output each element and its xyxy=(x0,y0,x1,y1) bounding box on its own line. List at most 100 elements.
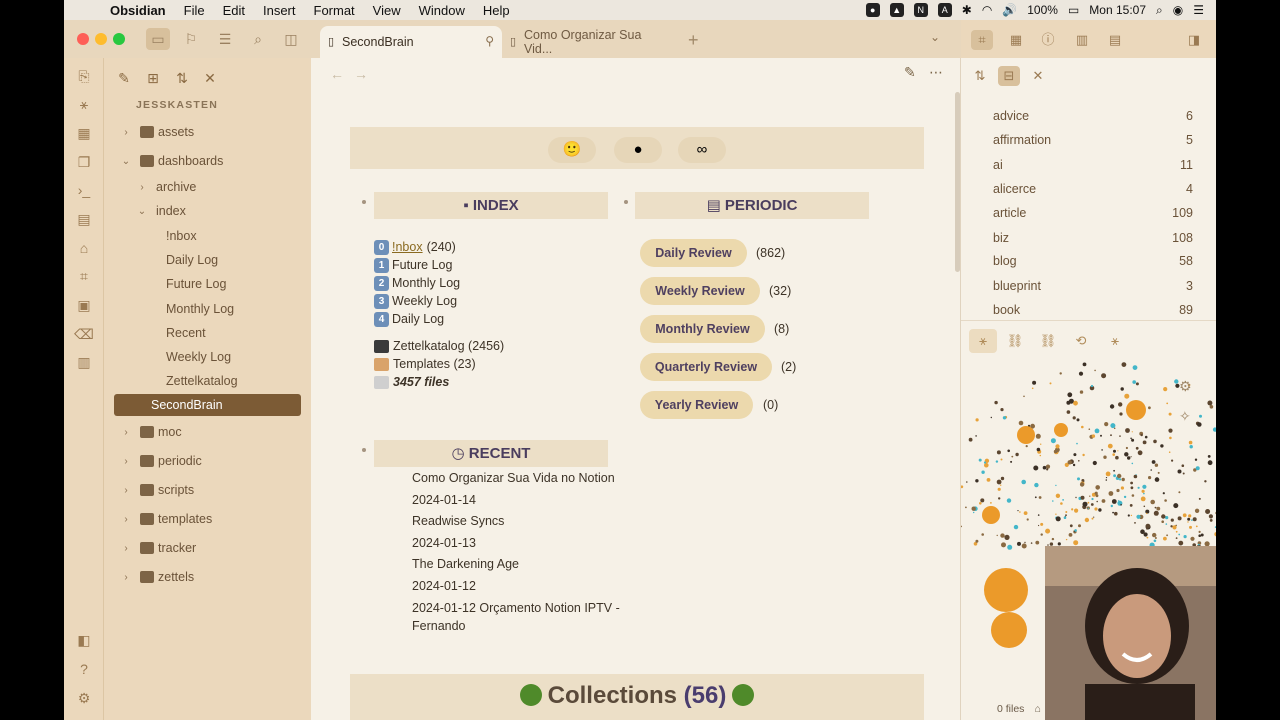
folder-assets[interactable]: › assets xyxy=(120,121,194,143)
battery-icon[interactable]: ▭ xyxy=(1068,3,1079,17)
new-note-icon[interactable]: ✎ xyxy=(114,68,134,88)
local-graph-icon[interactable]: ⚹ xyxy=(1101,329,1129,353)
table-icon[interactable]: ▦ xyxy=(1005,30,1027,50)
calendar-plus-icon[interactable]: ▥ xyxy=(1071,30,1093,50)
tag-row[interactable]: affirmation 5 xyxy=(993,130,1193,150)
canvas-icon[interactable]: ▦ xyxy=(74,123,94,143)
folder-index[interactable]: ⌄ index xyxy=(136,200,186,222)
wifi-icon[interactable]: ◠ xyxy=(982,3,992,17)
menu-help[interactable]: Help xyxy=(483,3,510,18)
folder-icon[interactable]: ▭ xyxy=(146,28,170,50)
forward-arrow-icon[interactable]: → xyxy=(354,66,368,82)
weekly-review-button[interactable]: Weekly Review xyxy=(640,277,760,305)
recent-item[interactable]: Readwise Syncs xyxy=(412,511,504,532)
sidebar-toggle-icon[interactable]: ◫ xyxy=(282,30,300,48)
quarterly-review-button[interactable]: Quarterly Review xyxy=(640,353,772,381)
folder-moc[interactable]: › moc xyxy=(120,421,181,443)
home-icon[interactable]: ⌂ xyxy=(74,238,94,258)
magic-wand-icon[interactable]: ✧ xyxy=(1179,408,1191,425)
file-future-log[interactable]: Future Log xyxy=(166,273,226,295)
tag-row[interactable]: article 109 xyxy=(993,203,1193,223)
folder-dashboards[interactable]: ⌄ dashboards xyxy=(120,150,224,172)
calendar-icon[interactable]: ▥ xyxy=(74,352,94,372)
new-tab-icon[interactable]: + xyxy=(688,30,699,51)
tab-list-chevron-icon[interactable]: ⌄ xyxy=(930,30,940,44)
window-maximize-button[interactable] xyxy=(113,33,125,45)
tag-row[interactable]: advice 6 xyxy=(993,106,1193,126)
folder-periodic[interactable]: › periodic xyxy=(120,450,201,472)
tab-secondbrain[interactable]: ▯ SecondBrain ⚲ xyxy=(320,26,502,58)
folder-scripts[interactable]: › scripts xyxy=(120,479,194,501)
recent-item-continued[interactable]: Fernando xyxy=(412,616,466,637)
inbox-link[interactable]: !nbox xyxy=(392,240,423,254)
recent-item[interactable]: The Darkening Age xyxy=(412,554,519,575)
templates-row[interactable]: Templates (23) xyxy=(374,355,476,373)
tag-row[interactable]: book 89 xyxy=(993,300,1193,320)
folder-tracker[interactable]: › tracker xyxy=(120,537,196,559)
tab-como-organizar[interactable]: ▯ Como Organizar Sua Vid... xyxy=(502,26,672,58)
more-options-icon[interactable]: ⋯ xyxy=(929,64,943,81)
pin-icon[interactable]: ⚲ xyxy=(485,34,494,48)
sort-icon[interactable]: ⇅ xyxy=(969,66,991,86)
recent-item[interactable]: Como Organizar Sua Vida no Notion xyxy=(412,468,615,489)
monthly-review-button[interactable]: Monthly Review xyxy=(640,315,765,343)
future-log-link[interactable]: Future Log xyxy=(392,258,452,272)
template-icon[interactable]: ▤ xyxy=(74,209,94,229)
recent-item[interactable]: 2024-01-13 xyxy=(412,533,476,554)
file-inbox[interactable]: !nbox xyxy=(166,225,197,247)
window-close-button[interactable] xyxy=(77,33,89,45)
file-daily-log[interactable]: Daily Log xyxy=(166,249,218,271)
recent-item[interactable]: 2024-01-14 xyxy=(412,490,476,511)
yearly-review-button[interactable]: Yearly Review xyxy=(640,391,753,419)
new-folder-icon[interactable]: ⊞ xyxy=(143,68,163,88)
edit-mode-icon[interactable]: ✎ xyxy=(904,64,916,81)
list-icon[interactable]: ☰ xyxy=(216,30,234,48)
tag-row[interactable]: ai 11 xyxy=(993,155,1193,175)
search-icon[interactable]: ⌕ xyxy=(1156,3,1163,18)
search-icon[interactable]: ⌕ xyxy=(249,30,267,48)
folder-archive[interactable]: › archive xyxy=(136,176,196,198)
recent-item[interactable]: 2024-01-12 xyxy=(412,576,476,597)
help-icon[interactable]: ? xyxy=(74,659,94,679)
shape-icon[interactable]: ▲ xyxy=(889,3,904,17)
infinity-button[interactable]: ∞ xyxy=(678,137,726,163)
folder-zettels[interactable]: › zettels xyxy=(120,566,194,588)
folder-templates[interactable]: › templates xyxy=(120,508,212,530)
control-center-icon[interactable]: ☰ xyxy=(1193,3,1204,17)
sync-icon[interactable]: ⟲ xyxy=(1067,329,1095,353)
tag-row[interactable]: blueprint 3 xyxy=(993,276,1193,296)
menu-insert[interactable]: Insert xyxy=(263,3,296,18)
right-sidebar-toggle-icon[interactable]: ◨ xyxy=(1183,30,1205,50)
weekly-log-link[interactable]: Weekly Log xyxy=(392,294,457,308)
file-weekly-log[interactable]: Weekly Log xyxy=(166,346,231,368)
open-quick-switcher-icon[interactable]: ⎘ xyxy=(74,66,94,86)
collapse-all-icon[interactable]: ✕ xyxy=(200,68,220,88)
monthly-log-link[interactable]: Monthly Log xyxy=(392,276,460,290)
text-icon[interactable]: A xyxy=(937,3,952,17)
menu-app[interactable]: Obsidian xyxy=(110,3,166,18)
daily-log-link[interactable]: Daily Log xyxy=(392,312,444,326)
smiley-button[interactable]: 🙂 xyxy=(548,137,596,163)
notion-icon[interactable]: N xyxy=(913,3,928,17)
graph-icon[interactable]: ⚹ xyxy=(969,329,997,353)
menu-view[interactable]: View xyxy=(373,3,401,18)
bomb-button[interactable]: ● xyxy=(614,137,662,163)
siri-icon[interactable]: ◉ xyxy=(1173,3,1183,17)
collapse-icon[interactable]: ✕ xyxy=(1027,66,1049,86)
settings-icon[interactable]: ⚙ xyxy=(74,688,94,708)
image-icon[interactable]: ▣ xyxy=(74,295,94,315)
calendar-check-icon[interactable]: ▤ xyxy=(1104,30,1126,50)
trash-icon[interactable]: ⌫ xyxy=(74,324,94,344)
sync-status-icon[interactable]: ⌂ xyxy=(1034,703,1040,715)
tag-icon[interactable]: ⌗ xyxy=(74,266,94,286)
tag-row[interactable]: alicerce 4 xyxy=(993,179,1193,199)
graph-settings-icon[interactable]: ⚙ xyxy=(1179,378,1192,395)
menu-format[interactable]: Format xyxy=(314,3,355,18)
sort-icon[interactable]: ⇅ xyxy=(172,68,192,88)
daily-review-button[interactable]: Daily Review xyxy=(640,239,747,267)
nested-tags-icon[interactable]: ⊟ xyxy=(998,66,1020,86)
menu-window[interactable]: Window xyxy=(419,3,465,18)
clock[interactable]: Mon 15:07 xyxy=(1089,3,1146,17)
volume-icon[interactable]: 🔊 xyxy=(1002,3,1017,17)
tag-row[interactable]: blog 58 xyxy=(993,251,1193,271)
